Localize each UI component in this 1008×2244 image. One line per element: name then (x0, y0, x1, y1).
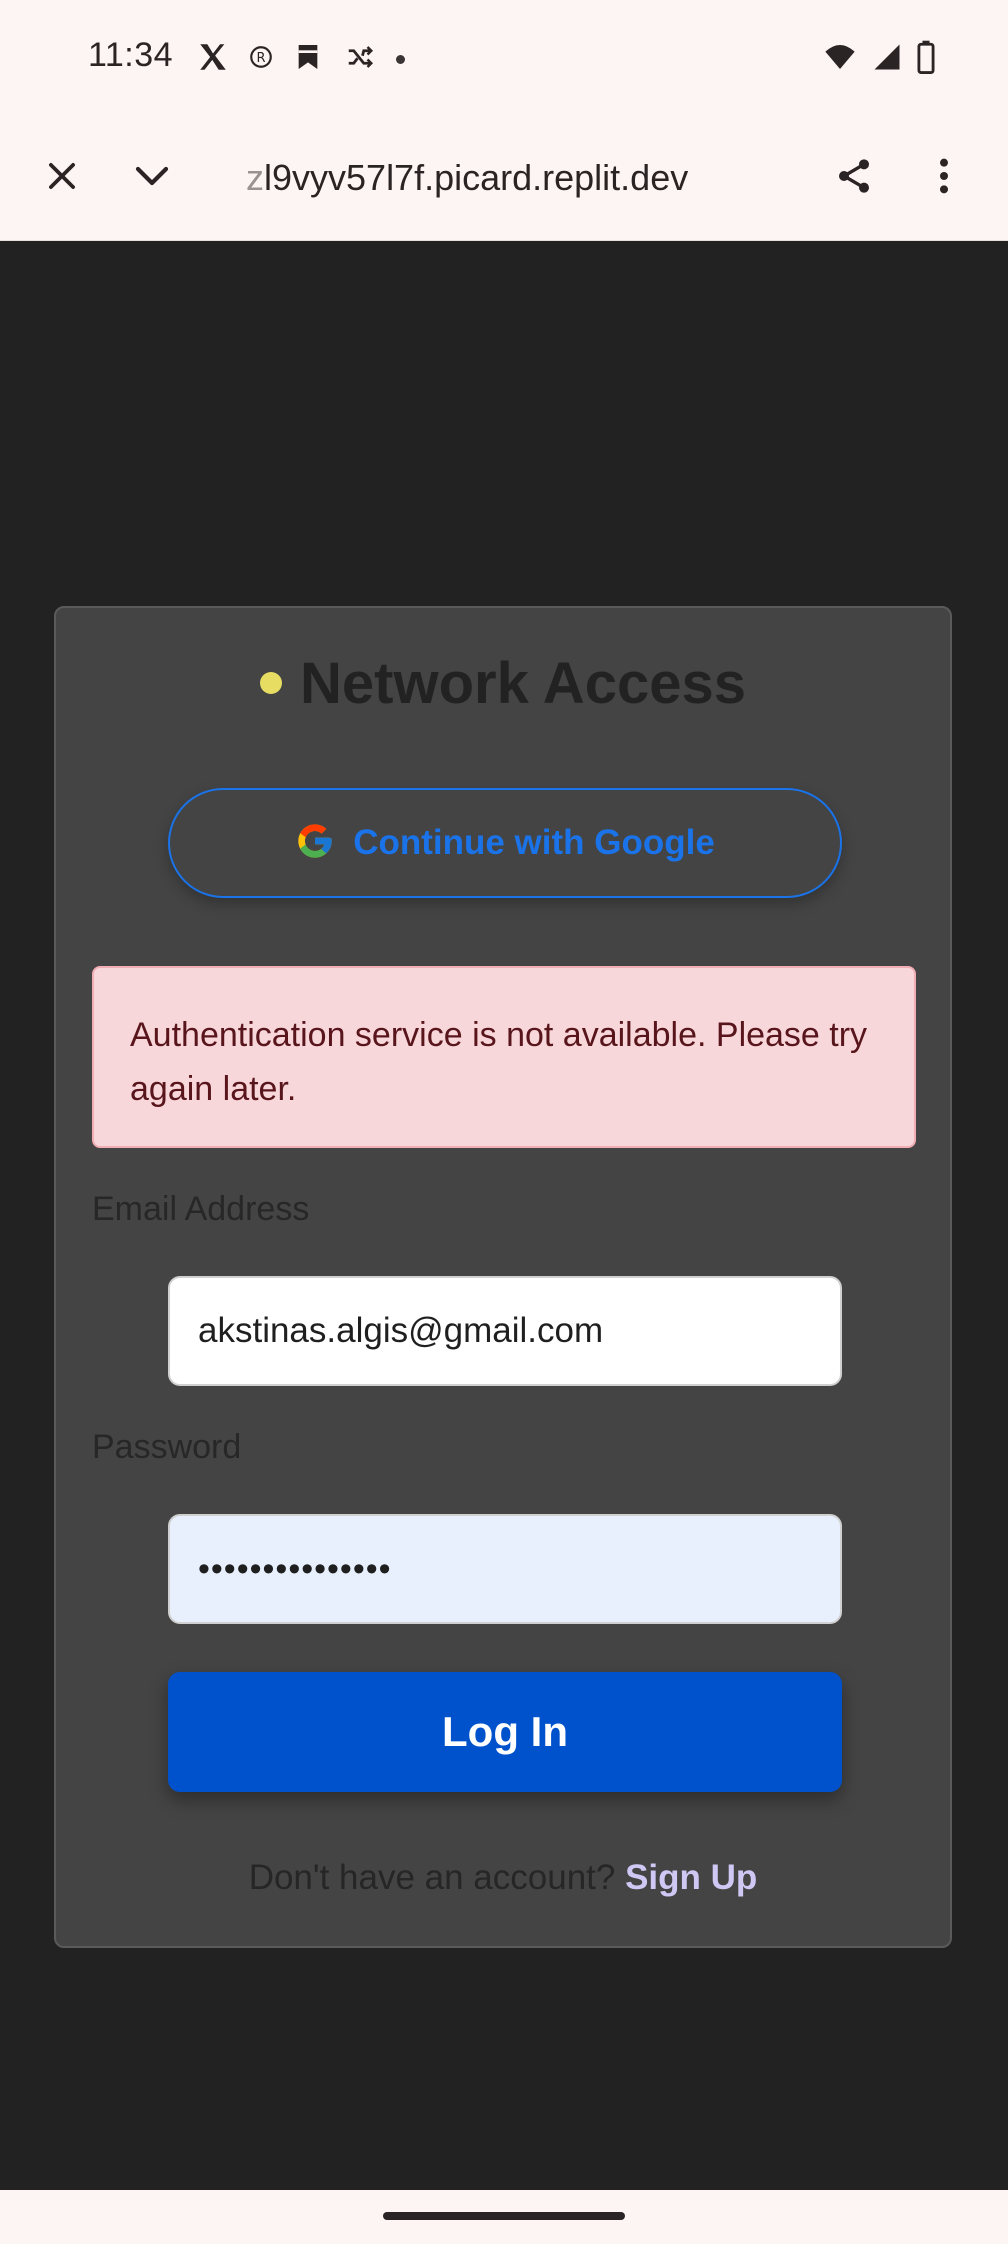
title-row: Network Access (56, 648, 950, 718)
status-bar: 11:34 R (0, 0, 1008, 116)
collapse-button[interactable] (126, 152, 178, 204)
home-gesture-handle[interactable] (383, 2212, 625, 2220)
chevron-down-icon (131, 155, 173, 202)
url-text: l9vyv57l7f.picard.replit.dev (264, 157, 689, 198)
google-logo-icon (295, 821, 335, 866)
navigation-bar (0, 2190, 1008, 2244)
menu-button[interactable] (918, 152, 970, 204)
signup-row: Don't have an account? Sign Up (56, 1858, 950, 1898)
google-signin-button[interactable]: Continue with Google (168, 788, 842, 898)
url-faded-prefix: z (246, 157, 264, 198)
close-icon (43, 157, 81, 200)
x-logo-icon (196, 40, 230, 79)
battery-icon (916, 40, 936, 79)
share-button[interactable] (828, 152, 880, 204)
signup-prompt: Don't have an account? (248, 1858, 626, 1897)
bookmark-icon (292, 40, 324, 79)
login-card: Network Access Continue with Google Auth… (54, 606, 952, 1948)
error-message: Authentication service is not available.… (130, 1016, 868, 1108)
login-button-label: Log In (442, 1708, 568, 1755)
wifi-icon (822, 41, 858, 78)
browser-toolbar: zl9vyv57l7f.picard.replit.dev (0, 116, 1008, 241)
email-label: Email Address (92, 1190, 310, 1228)
url-bar[interactable]: zl9vyv57l7f.picard.replit.dev (246, 152, 706, 204)
email-field[interactable]: akstinas.algis@gmail.com (168, 1276, 842, 1386)
status-time: 11:34 (88, 36, 174, 74)
signal-icon (872, 41, 902, 78)
svg-text:R: R (256, 51, 265, 66)
page-title: Network Access (300, 650, 746, 716)
close-button[interactable] (36, 152, 88, 204)
shuffle-icon (342, 42, 378, 77)
signup-link[interactable]: Sign Up (625, 1858, 757, 1897)
google-signin-label: Continue with Google (353, 823, 715, 862)
password-label: Password (92, 1428, 242, 1466)
password-value: ••••••••••••••• (198, 1549, 392, 1588)
registered-icon: R (248, 44, 274, 75)
login-button[interactable]: Log In (168, 1672, 842, 1792)
password-field[interactable]: ••••••••••••••• (168, 1514, 842, 1624)
more-vert-icon (936, 156, 952, 201)
error-alert: Authentication service is not available.… (92, 966, 916, 1148)
status-dot-icon (260, 672, 283, 694)
email-value: akstinas.algis@gmail.com (198, 1311, 604, 1350)
notification-dot-icon (396, 55, 405, 64)
share-icon (834, 154, 874, 203)
